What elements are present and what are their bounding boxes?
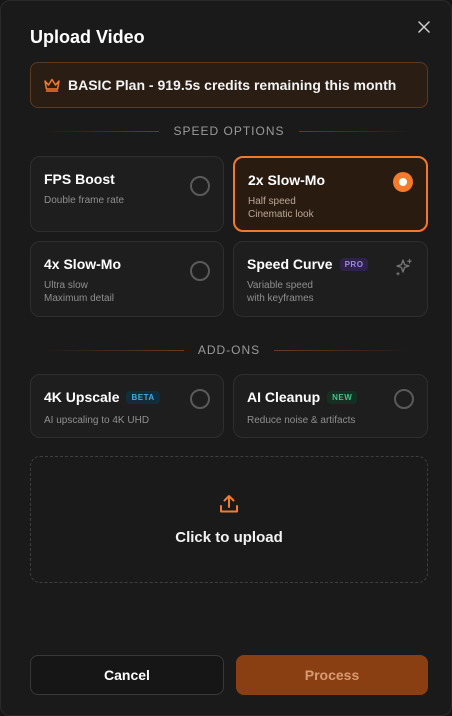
plan-credits-text: BASIC Plan - 919.5s credits remaining th…: [68, 77, 397, 93]
radio-button[interactable]: [394, 389, 414, 409]
option-desc: Double frame rate: [44, 195, 125, 206]
option-name: FPS Boost: [44, 171, 115, 187]
upload-label: Click to upload: [175, 529, 283, 546]
speed-option-4x-slow-mo[interactable]: 4x Slow-Mo Ultra slow Maximum detail: [30, 241, 224, 317]
dialog-title: Upload Video: [30, 27, 145, 47]
speed-option-fps-boost[interactable]: FPS Boost Double frame rate: [30, 156, 224, 232]
new-badge: NEW: [327, 390, 358, 404]
speed-options-heading: SPEED OPTIONS: [30, 124, 428, 138]
addon-desc: Reduce noise & artifacts: [247, 415, 356, 426]
cancel-button[interactable]: Cancel: [30, 655, 224, 695]
addon-name: 4K Upscale BETA: [44, 389, 210, 405]
radio-button[interactable]: [190, 261, 210, 281]
addon-4k-upscale[interactable]: 4K Upscale BETA AI upscaling to 4K UHD: [30, 374, 224, 438]
process-button[interactable]: Process: [236, 655, 428, 695]
addon-name: AI Cleanup NEW: [247, 389, 414, 405]
plan-banner: BASIC Plan - 919.5s credits remaining th…: [30, 62, 428, 108]
speed-option-2x-slow-mo[interactable]: 2x Slow-Mo Half speed Cinematic look: [233, 156, 428, 232]
sparkle-icon: [396, 258, 412, 276]
close-button[interactable]: [415, 18, 433, 36]
option-desc: Half speed Cinematic look: [248, 196, 314, 220]
speed-option-speed-curve[interactable]: Speed Curve PRO Variable speed with keyf…: [233, 241, 428, 317]
upload-icon: [220, 495, 238, 513]
addons-heading: ADD-ONS: [30, 343, 428, 357]
upload-dropzone[interactable]: Click to upload: [30, 456, 428, 583]
radio-button[interactable]: [190, 176, 210, 196]
radio-button[interactable]: [190, 389, 210, 409]
crown-icon: [43, 76, 61, 94]
addon-ai-cleanup[interactable]: AI Cleanup NEW Reduce noise & artifacts: [233, 374, 428, 438]
beta-badge: BETA: [126, 390, 160, 404]
option-name: Speed Curve PRO: [247, 256, 414, 272]
option-name: 4x Slow-Mo: [44, 256, 122, 272]
addon-desc: AI upscaling to 4K UHD: [44, 415, 150, 426]
option-name: 2x Slow-Mo: [248, 172, 326, 188]
close-icon: [418, 21, 430, 33]
upload-video-dialog: Upload Video BASIC Plan - 919.5s credits…: [0, 0, 452, 716]
option-desc: Ultra slow Maximum detail: [44, 280, 115, 304]
option-desc: Variable speed with keyframes: [247, 280, 314, 304]
pro-badge: PRO: [339, 257, 369, 271]
radio-button-selected[interactable]: [393, 172, 413, 192]
